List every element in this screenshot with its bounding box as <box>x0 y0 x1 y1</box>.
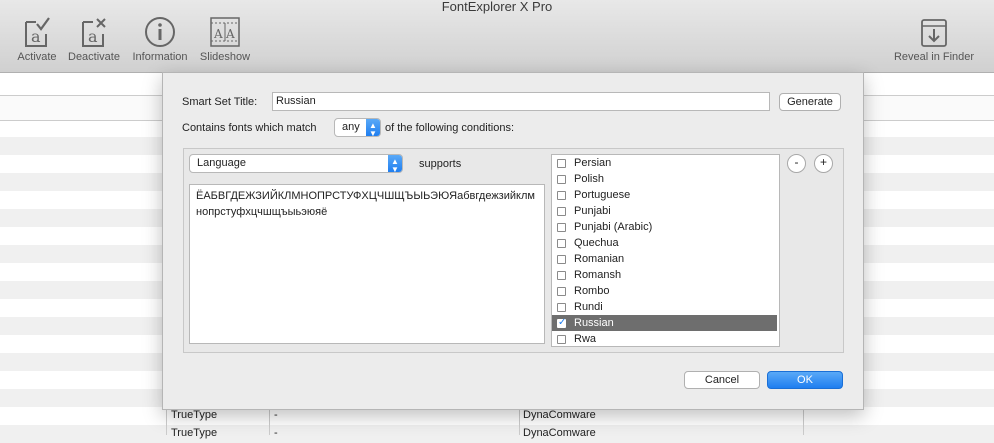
criterion-value: Language <box>197 157 246 169</box>
smart-set-sheet: Smart Set Title: Russian Generate Contai… <box>162 72 864 410</box>
activate-button[interactable]: a Activate <box>14 16 60 63</box>
list-item[interactable]: Rundi <box>552 299 777 315</box>
list-item[interactable]: Romanian <box>552 251 777 267</box>
generate-button[interactable]: Generate <box>779 93 841 111</box>
slideshow-icon: A A <box>210 17 240 47</box>
font-type-cell: TrueType <box>171 427 218 439</box>
list-item[interactable]: Rwa <box>552 331 777 346</box>
window-toolbar: FontExplorer X Pro a Activate a Deactiva… <box>0 0 994 73</box>
list-item[interactable]: Romansh <box>552 267 777 283</box>
reveal-in-finder-label: Reveal in Finder <box>893 51 975 63</box>
svg-text:a: a <box>88 27 98 46</box>
criterion-select[interactable]: Language ▲ ▼ <box>189 154 403 174</box>
font-foundry-cell: DynaComware <box>523 427 596 439</box>
checkbox[interactable] <box>557 335 566 344</box>
reveal-in-finder-button[interactable]: Reveal in Finder <box>888 16 980 63</box>
svg-text:A: A <box>213 27 223 41</box>
activate-icon: a <box>25 17 50 47</box>
list-item-selected[interactable]: ✓ Russian <box>552 315 777 331</box>
visible-font-rows: TrueType - DynaComware TrueType - DynaCo… <box>166 406 804 439</box>
list-item[interactable]: Punjabi <box>552 203 777 219</box>
activate-label: Activate <box>17 51 57 63</box>
font-type-cell: TrueType <box>171 409 218 421</box>
checkbox[interactable] <box>557 287 566 296</box>
sample-text-area[interactable]: ЁАБВГДЕЖЗИЙКЛМНОПРСТУФХЦЧШЩЪЫЬЭЮЯабвгдеж… <box>189 184 545 344</box>
match-mode-select[interactable]: any ▲ ▼ <box>334 118 381 138</box>
information-button[interactable]: Information <box>128 16 192 63</box>
smart-set-title-label: Smart Set Title: <box>182 96 258 108</box>
deactivate-button[interactable]: a Deactivate <box>64 16 124 63</box>
checkmark-icon: ✓ <box>558 317 567 328</box>
window-title: FontExplorer X Pro <box>441 0 553 14</box>
checkbox[interactable] <box>557 255 566 264</box>
checkbox[interactable] <box>557 191 566 200</box>
list-item[interactable]: Quechua <box>552 235 777 251</box>
checkbox[interactable] <box>557 239 566 248</box>
svg-text:a: a <box>31 27 41 46</box>
list-item[interactable]: Portuguese <box>552 187 777 203</box>
checkbox[interactable] <box>557 271 566 280</box>
font-foundry-cell: DynaComware <box>523 409 596 421</box>
reveal-in-finder-icon <box>921 19 947 47</box>
chevron-updown-icon: ▲ ▼ <box>366 119 380 138</box>
checkbox[interactable] <box>557 223 566 232</box>
checkbox[interactable] <box>557 175 566 184</box>
remove-condition-button[interactable]: - <box>787 154 806 173</box>
list-item[interactable]: Punjabi (Arabic) <box>552 219 777 235</box>
slideshow-label: Slideshow <box>199 51 251 63</box>
contains-label: Contains fonts which match <box>182 122 317 134</box>
deactivate-label: Deactivate <box>68 51 120 63</box>
checkbox[interactable] <box>557 207 566 216</box>
list-item[interactable]: Polish <box>552 171 777 187</box>
language-list[interactable]: Persian Polish Portuguese Punjabi Punjab… <box>551 154 780 347</box>
match-mode-value: any <box>342 121 360 133</box>
list-item[interactable]: Rombo <box>552 283 777 299</box>
chevron-updown-icon: ▲ ▼ <box>388 155 402 174</box>
smart-set-title-field[interactable]: Russian <box>272 92 770 111</box>
operator-label: supports <box>419 158 462 170</box>
information-label: Information <box>132 51 188 63</box>
condition-group: Language ▲ ▼ supports ЁАБВГДЕЖЗИЙКЛМНОПРС… <box>183 148 844 353</box>
svg-text:A: A <box>225 27 235 41</box>
checkbox[interactable] <box>557 159 566 168</box>
font-col2-cell: - <box>274 427 278 439</box>
cancel-button[interactable]: Cancel <box>684 371 760 389</box>
ok-button[interactable]: OK <box>767 371 843 389</box>
info-icon <box>145 17 175 47</box>
checkbox[interactable] <box>557 303 566 312</box>
slideshow-button[interactable]: A A Slideshow <box>196 16 254 63</box>
font-col2-cell: - <box>274 409 278 421</box>
conditions-label: of the following conditions: <box>385 122 515 134</box>
deactivate-icon: a <box>82 18 106 47</box>
add-condition-button[interactable]: + <box>814 154 833 173</box>
list-item[interactable]: Persian <box>552 155 777 171</box>
